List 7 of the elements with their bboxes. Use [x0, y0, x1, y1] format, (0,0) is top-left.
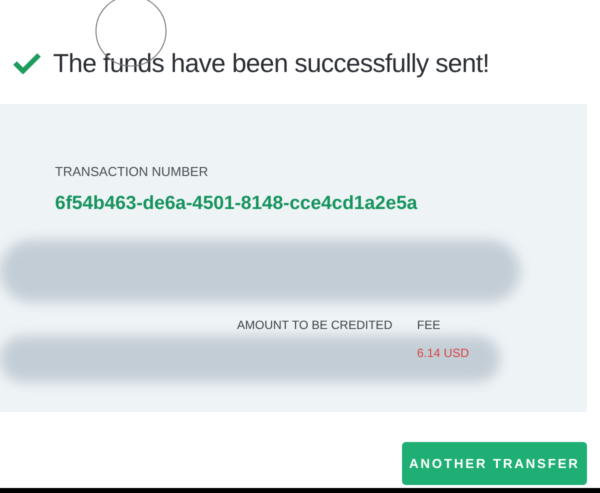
transaction-number: 6f54b463-de6a-4501-8148-cce4cd1a2e5a — [55, 192, 418, 216]
field-label: FEE — [417, 317, 442, 334]
check-icon — [13, 52, 41, 74]
field-label: AMOUNT TO BE CREDITED — [237, 317, 394, 334]
another-transfer-button[interactable]: ANOTHER TRANSFER — [402, 442, 587, 485]
transaction-label: TRANSACTION NUMBER — [55, 163, 210, 181]
fee-value: 6.14 USD — [417, 345, 470, 362]
